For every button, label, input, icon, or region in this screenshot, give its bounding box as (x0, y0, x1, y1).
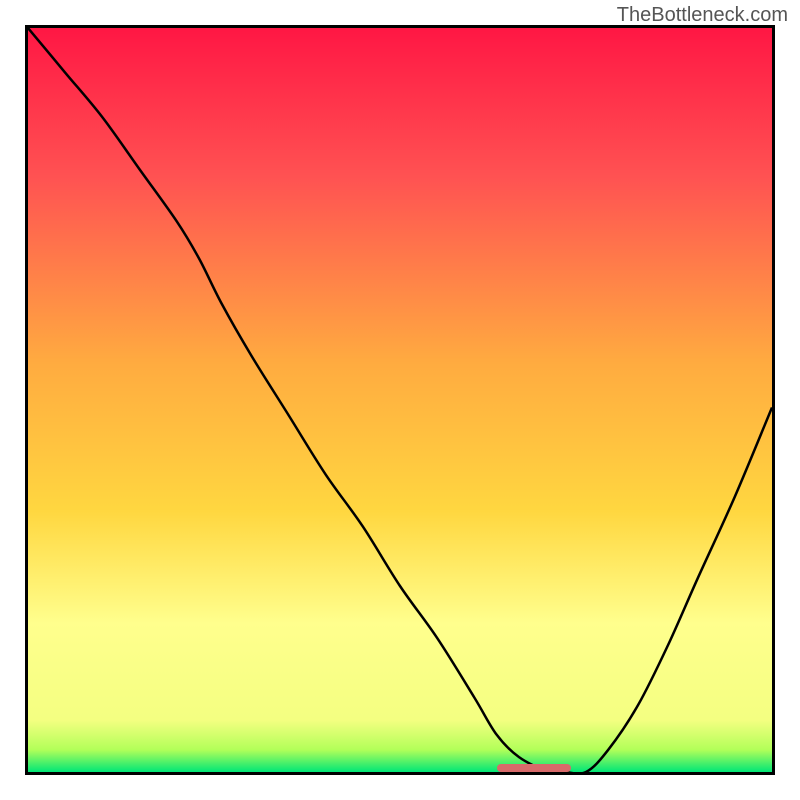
plot-area (25, 25, 775, 775)
bottleneck-curve (28, 28, 772, 772)
optimal-range-marker (497, 764, 571, 772)
watermark-text: TheBottleneck.com (617, 4, 788, 27)
chart-container: TheBottleneck.com (0, 0, 800, 800)
curve-layer (28, 28, 772, 772)
